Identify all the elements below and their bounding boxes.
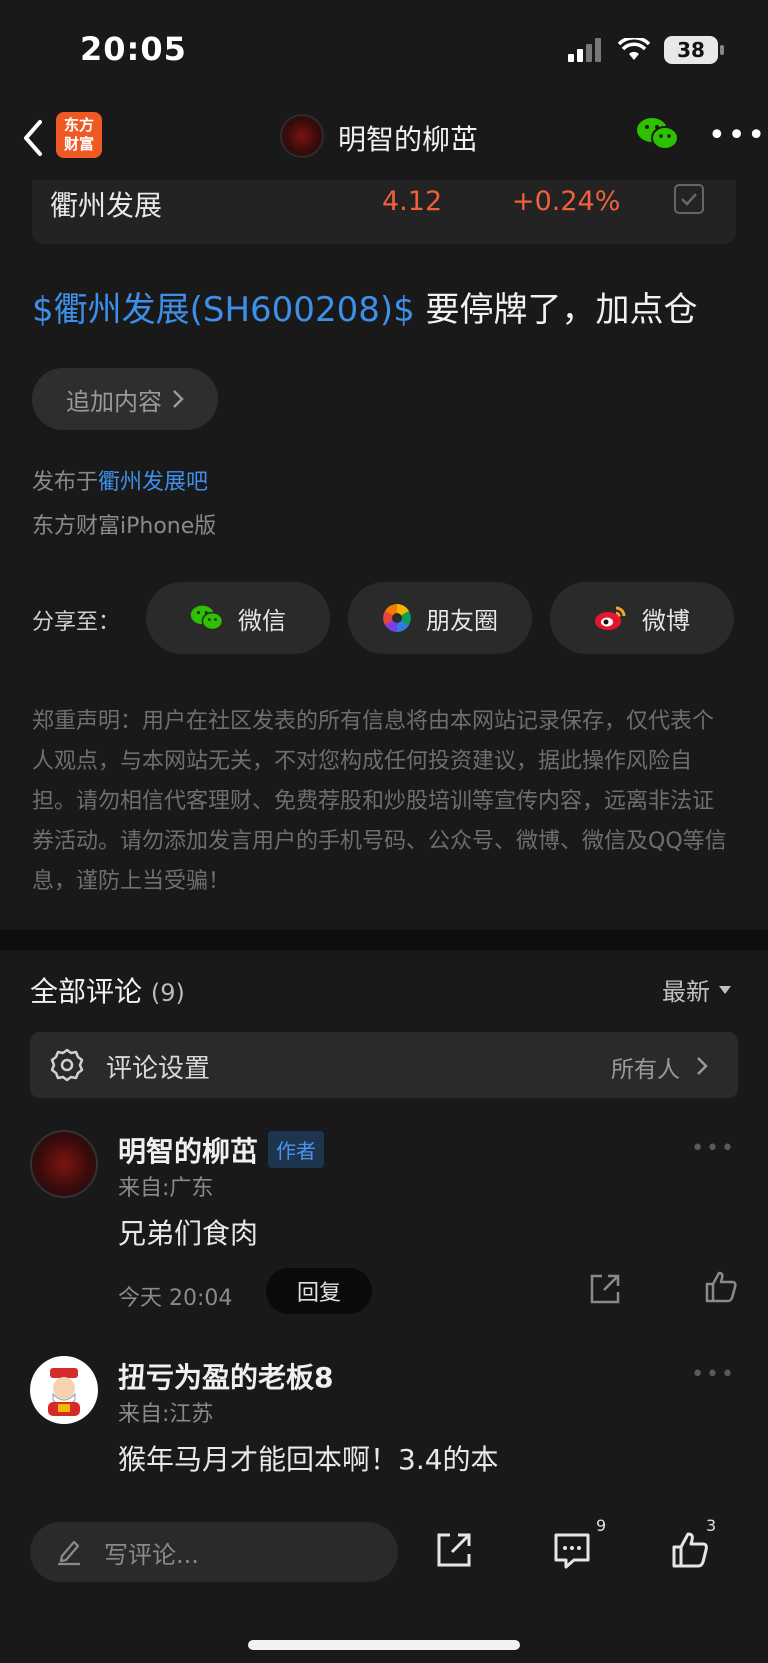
- reply-label: 回复: [296, 1281, 341, 1306]
- comments-title-label: 全部评论: [30, 975, 143, 1008]
- commenter-avatar[interactable]: [30, 1356, 98, 1424]
- status-bar: 20:05 38: [0, 0, 768, 100]
- chevron-right-icon: [697, 1057, 708, 1075]
- app-logo-line2: 财富: [63, 135, 94, 153]
- home-indicator: [248, 1640, 520, 1650]
- stock-card[interactable]: 衢州发展 4.12 +0.24%: [32, 180, 736, 244]
- cellular-signal-icon: [568, 38, 601, 62]
- post-content: $衢州发展(SH600208)$ 要停牌了，加点仓: [32, 282, 698, 331]
- share-label: 分享至：: [32, 610, 121, 635]
- commenter-name[interactable]: 明智的柳茁 作者: [118, 1130, 325, 1170]
- app-logo[interactable]: 东方 财富: [56, 112, 102, 158]
- back-arrow-icon[interactable]: [18, 116, 48, 160]
- chevron-right-icon: [173, 390, 184, 408]
- write-comment-placeholder: 写评论...: [104, 1540, 199, 1569]
- wechat-share-icon[interactable]: [636, 116, 680, 152]
- commenter-name[interactable]: 扭亏为盈的老板8: [118, 1356, 333, 1396]
- app-logo-line1: 东方: [63, 116, 94, 134]
- sort-label: 最新: [662, 978, 710, 1006]
- post-text: 要停牌了，加点仓: [414, 290, 698, 330]
- comment-text: 猴年马月才能回本啊！3.4的本: [118, 1443, 499, 1476]
- share-out-icon[interactable]: [588, 1272, 622, 1306]
- share-icon[interactable]: [434, 1530, 474, 1570]
- comment-text: 兄弟们食肉: [118, 1217, 259, 1250]
- published-prefix: 发布于: [32, 470, 99, 495]
- comment-icon[interactable]: [552, 1530, 592, 1570]
- sort-dropdown[interactable]: 最新: [662, 972, 732, 1007]
- comment-settings-label: 评论设置: [106, 1054, 211, 1084]
- stock-name: 衢州发展: [50, 189, 163, 222]
- reply-button[interactable]: 回复: [266, 1268, 372, 1314]
- add-content-button[interactable]: 追加内容: [32, 368, 218, 430]
- wifi-icon: [618, 38, 650, 60]
- like-icon[interactable]: [670, 1530, 710, 1570]
- share-moments-button[interactable]: 朋友圈: [348, 582, 532, 654]
- comment-more-icon[interactable]: •••: [691, 1362, 736, 1387]
- disclaimer-text: 郑重声明：用户在社区发表的所有信息将由本网站记录保存，仅代表个人观点，与本网站无…: [32, 709, 727, 894]
- comment-settings-value: 所有人: [611, 1057, 680, 1083]
- comments-title: 全部评论 (9): [30, 970, 185, 1010]
- gear-icon: [50, 1048, 84, 1082]
- pencil-icon: [58, 1540, 80, 1566]
- stock-change: +0.24%: [512, 186, 621, 217]
- weibo-icon: [595, 606, 626, 630]
- more-options-icon[interactable]: •••: [708, 118, 767, 153]
- author-avatar[interactable]: [280, 114, 324, 158]
- write-comment-input[interactable]: 写评论...: [30, 1522, 398, 1582]
- share-wechat-label: 微信: [238, 606, 286, 635]
- add-content-label: 追加内容: [66, 387, 162, 416]
- post-device: 东方财富iPhone版: [32, 514, 217, 539]
- stock-bar-link[interactable]: 衢州发展吧: [98, 470, 208, 495]
- comment-more-icon[interactable]: •••: [691, 1136, 736, 1161]
- share-weibo-button[interactable]: 微博: [550, 582, 734, 654]
- published-in: 发布于衢州发展吧: [32, 464, 208, 496]
- add-watchlist-checkbox[interactable]: [674, 184, 704, 214]
- commenter-avatar[interactable]: [30, 1130, 98, 1198]
- commenter-location: 来自:江苏: [118, 1402, 214, 1427]
- comment-time: 今天 20:04: [118, 1286, 233, 1311]
- bottom-bar: 写评论... 9 3: [0, 1508, 768, 1663]
- status-icons: 38: [568, 36, 724, 64]
- like-count-badge: 3: [706, 1516, 717, 1535]
- section-divider: [0, 930, 768, 950]
- battery-indicator: 38: [664, 36, 724, 64]
- comments-count: (9): [150, 979, 185, 1007]
- wechat-icon: [190, 605, 224, 631]
- fortune-god-avatar-icon: [48, 1368, 80, 1416]
- comment-settings-row[interactable]: 评论设置 所有人: [30, 1032, 738, 1098]
- thumbs-up-icon[interactable]: [704, 1270, 738, 1304]
- share-weibo-label: 微博: [642, 606, 690, 635]
- status-time: 20:05: [80, 30, 187, 68]
- caret-down-icon: [719, 985, 731, 994]
- stock-link[interactable]: $衢州发展(SH600208)$: [32, 290, 415, 330]
- comment-count-badge: 9: [596, 1516, 607, 1535]
- commenter-name-text: 明智的柳茁: [118, 1135, 259, 1168]
- moments-icon: [383, 604, 411, 632]
- stock-price: 4.12: [382, 186, 443, 217]
- author-tag: 作者: [268, 1131, 325, 1168]
- page-title[interactable]: 明智的柳茁: [338, 118, 478, 158]
- commenter-location: 来自:广东: [118, 1176, 214, 1201]
- share-wechat-button[interactable]: 微信: [146, 582, 330, 654]
- share-moments-label: 朋友圈: [426, 606, 498, 635]
- check-icon: [681, 193, 697, 206]
